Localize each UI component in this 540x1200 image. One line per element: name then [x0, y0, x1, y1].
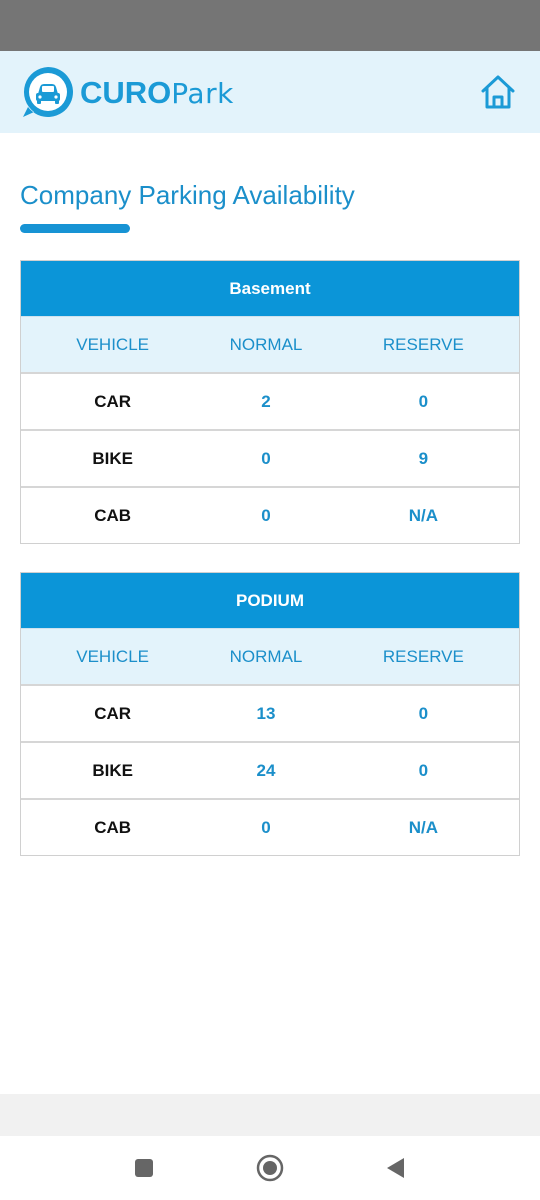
- square-icon: [135, 1159, 153, 1177]
- table-header-row: VEHICLE NORMAL RESERVE: [21, 317, 519, 374]
- table-row: CAB 0 N/A: [21, 800, 519, 855]
- bottom-band: [0, 1094, 540, 1136]
- reserve-cell: 0: [418, 760, 429, 780]
- reserve-cell: 0: [418, 391, 429, 411]
- reserve-cell: 0: [418, 703, 429, 723]
- table-header-row: VEHICLE NORMAL RESERVE: [21, 629, 519, 686]
- normal-cell: 24: [256, 760, 276, 780]
- table-row: BIKE 0 9: [21, 431, 519, 488]
- reserve-cell: N/A: [408, 505, 439, 525]
- status-bar: [0, 0, 540, 51]
- vehicle-cell: BIKE: [92, 448, 133, 468]
- normal-cell: 0: [261, 505, 271, 525]
- table-row: CAR 13 0: [21, 686, 519, 743]
- header-reserve: RESERVE: [382, 334, 464, 354]
- recents-button[interactable]: [130, 1154, 158, 1182]
- home-icon: [481, 75, 515, 109]
- normal-cell: 13: [256, 703, 276, 723]
- vehicle-cell: BIKE: [92, 760, 133, 780]
- title-underline: [20, 224, 130, 233]
- vehicle-cell: CAB: [94, 505, 132, 525]
- logo-bold-text: CURO: [80, 74, 172, 110]
- table-row: CAB 0 N/A: [21, 488, 519, 543]
- normal-cell: 2: [261, 391, 271, 411]
- app-logo: CUROPark: [20, 64, 234, 120]
- header-vehicle: VEHICLE: [76, 334, 149, 354]
- page-title: Company Parking Availability: [20, 180, 355, 210]
- table-row: CAR 2 0: [21, 374, 519, 431]
- nav-home-button[interactable]: [256, 1154, 284, 1182]
- car-logo-icon: [23, 67, 73, 117]
- back-triangle-icon: [387, 1158, 404, 1178]
- podium-table: PODIUM VEHICLE NORMAL RESERVE CAR 13 0 B…: [20, 572, 520, 856]
- table-caption: Basement: [21, 261, 519, 317]
- main-content: Company Parking Availability Basement VE…: [20, 133, 520, 856]
- app-header: CUROPark: [0, 51, 540, 133]
- header-normal: NORMAL: [229, 334, 303, 354]
- system-nav-bar: [0, 1136, 540, 1200]
- home-button[interactable]: [478, 72, 518, 112]
- header-normal: NORMAL: [229, 646, 303, 666]
- normal-cell: 0: [261, 817, 271, 837]
- logo-wordmark: CUROPark: [80, 77, 234, 108]
- vehicle-cell: CAB: [94, 817, 132, 837]
- table-caption: PODIUM: [21, 573, 519, 629]
- basement-table: Basement VEHICLE NORMAL RESERVE CAR 2 0 …: [20, 260, 520, 544]
- reserve-cell: N/A: [408, 817, 439, 837]
- normal-cell: 0: [261, 448, 271, 468]
- table-row: BIKE 24 0: [21, 743, 519, 800]
- circle-icon: [256, 1154, 284, 1182]
- vehicle-cell: CAR: [94, 391, 132, 411]
- vehicle-cell: CAR: [94, 703, 132, 723]
- logo-light-text: Park: [171, 76, 234, 110]
- header-reserve: RESERVE: [382, 646, 464, 666]
- reserve-cell: 9: [418, 448, 429, 468]
- back-button[interactable]: [382, 1154, 410, 1182]
- header-vehicle: VEHICLE: [76, 646, 149, 666]
